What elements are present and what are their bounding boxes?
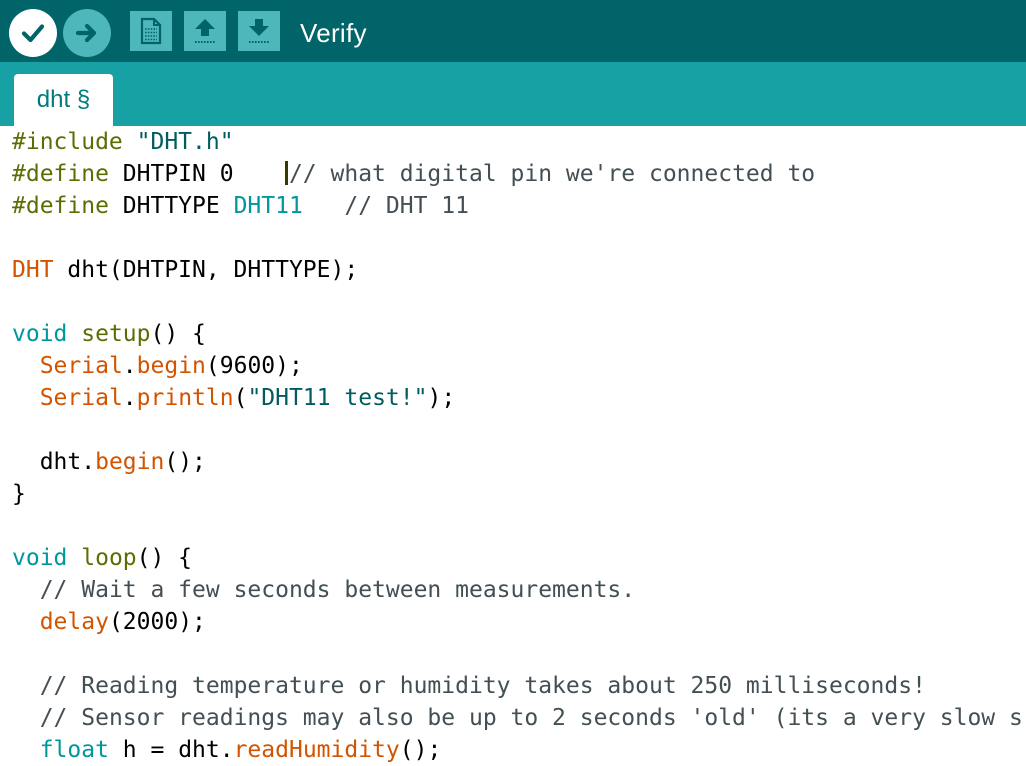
preprocessor-token: #define [12, 193, 109, 219]
code-token: } [12, 481, 26, 507]
code-token: DHTTYPE [108, 193, 234, 219]
type-token: begin [95, 449, 165, 475]
check-icon [21, 24, 45, 43]
code-token: () { [150, 321, 206, 347]
type-token: readHumidity [233, 737, 400, 763]
toolbar-status-label: Verify [300, 18, 367, 48]
comment-token: // DHT 11 [344, 193, 469, 219]
verify-button[interactable] [9, 9, 57, 57]
code-token: . [122, 385, 137, 411]
keyword-token: DHT11 [233, 193, 303, 219]
code-token: ); [427, 385, 456, 411]
keyword-token: void [12, 321, 68, 347]
type-token: Serial [39, 353, 123, 379]
comment-token: // what digital pin we're connected to [288, 161, 816, 187]
type-token: DHT [12, 257, 54, 283]
code-token: (2000); [108, 609, 206, 635]
code-line: Serial.begin(9600); [12, 350, 1026, 382]
code-line: delay(2000); [12, 606, 1026, 638]
code-token: () { [136, 545, 193, 571]
code-line: dht.begin(); [12, 446, 1026, 478]
arrow-down-icon [249, 19, 269, 43]
preprocessor-token: #define [12, 161, 109, 187]
code-line: void loop() { [12, 542, 1026, 574]
code-line: } [12, 478, 1026, 510]
code-line: #include "DHT.h" [12, 126, 1026, 158]
tab-bar: dht § [0, 62, 1026, 126]
keyword-token: void [12, 545, 68, 571]
text-caret [284, 161, 288, 185]
code-token: (); [164, 449, 206, 475]
function-token: setup [81, 321, 151, 347]
code-editor[interactable]: #include "DHT.h" #define DHTPIN 0 // what… [0, 126, 1026, 766]
code-line: // Reading temperature or humidity takes… [12, 670, 1026, 702]
code-token: dht. [12, 449, 96, 475]
tab-dht[interactable]: dht § [14, 74, 113, 126]
keyword-token: float [39, 737, 109, 763]
toolbar: Verify [0, 0, 1026, 62]
code-token: h = dht. [108, 737, 234, 763]
type-token: Serial [39, 385, 123, 411]
open-button[interactable] [184, 11, 226, 51]
type-token: begin [136, 353, 206, 379]
code-token: . [122, 353, 137, 379]
preprocessor-token: #include [12, 129, 123, 155]
comment-token: // Sensor readings may also be up to 2 s… [39, 705, 1023, 731]
code-line: #define DHTPIN 0 // what digital pin we'… [12, 158, 1026, 190]
tab-label: dht § [36, 86, 91, 113]
code-token: (9600); [205, 353, 303, 379]
code-token: DHTPIN 0 [108, 161, 289, 187]
code-line: Serial.println("DHT11 test!"); [12, 382, 1026, 414]
comment-token: // Wait a few seconds between measuremen… [39, 577, 636, 603]
code-token: (); [399, 737, 442, 763]
function-token: loop [81, 545, 137, 571]
save-button[interactable] [238, 11, 280, 51]
code-line: #define DHTTYPE DHT11 // DHT 11 [12, 190, 1026, 222]
code-token: ( [233, 385, 248, 411]
arrow-right-icon [75, 23, 97, 43]
type-token: println [136, 385, 234, 411]
code-line: DHT dht(DHTPIN, DHTTYPE); [12, 254, 1026, 286]
arrow-up-icon [195, 19, 215, 43]
code-line: void setup() { [12, 318, 1026, 350]
code-line: // Sensor readings may also be up to 2 s… [12, 702, 1026, 734]
code-line: // Wait a few seconds between measuremen… [12, 574, 1026, 606]
comment-token: // Reading temperature or humidity takes… [39, 673, 926, 699]
code-token: dht(DHTPIN, DHTTYPE); [53, 257, 359, 283]
code-text: #include "DHT.h" #define DHTPIN 0 // what… [0, 126, 1026, 766]
new-button[interactable] [130, 11, 172, 51]
string-token: "DHT.h" [136, 129, 234, 155]
string-token: "DHT11 test!" [247, 385, 428, 411]
code-line: float h = dht.readHumidity(); [12, 734, 1026, 766]
new-sketch-icon [140, 17, 162, 45]
type-token: delay [39, 609, 109, 635]
upload-button[interactable] [63, 9, 111, 57]
